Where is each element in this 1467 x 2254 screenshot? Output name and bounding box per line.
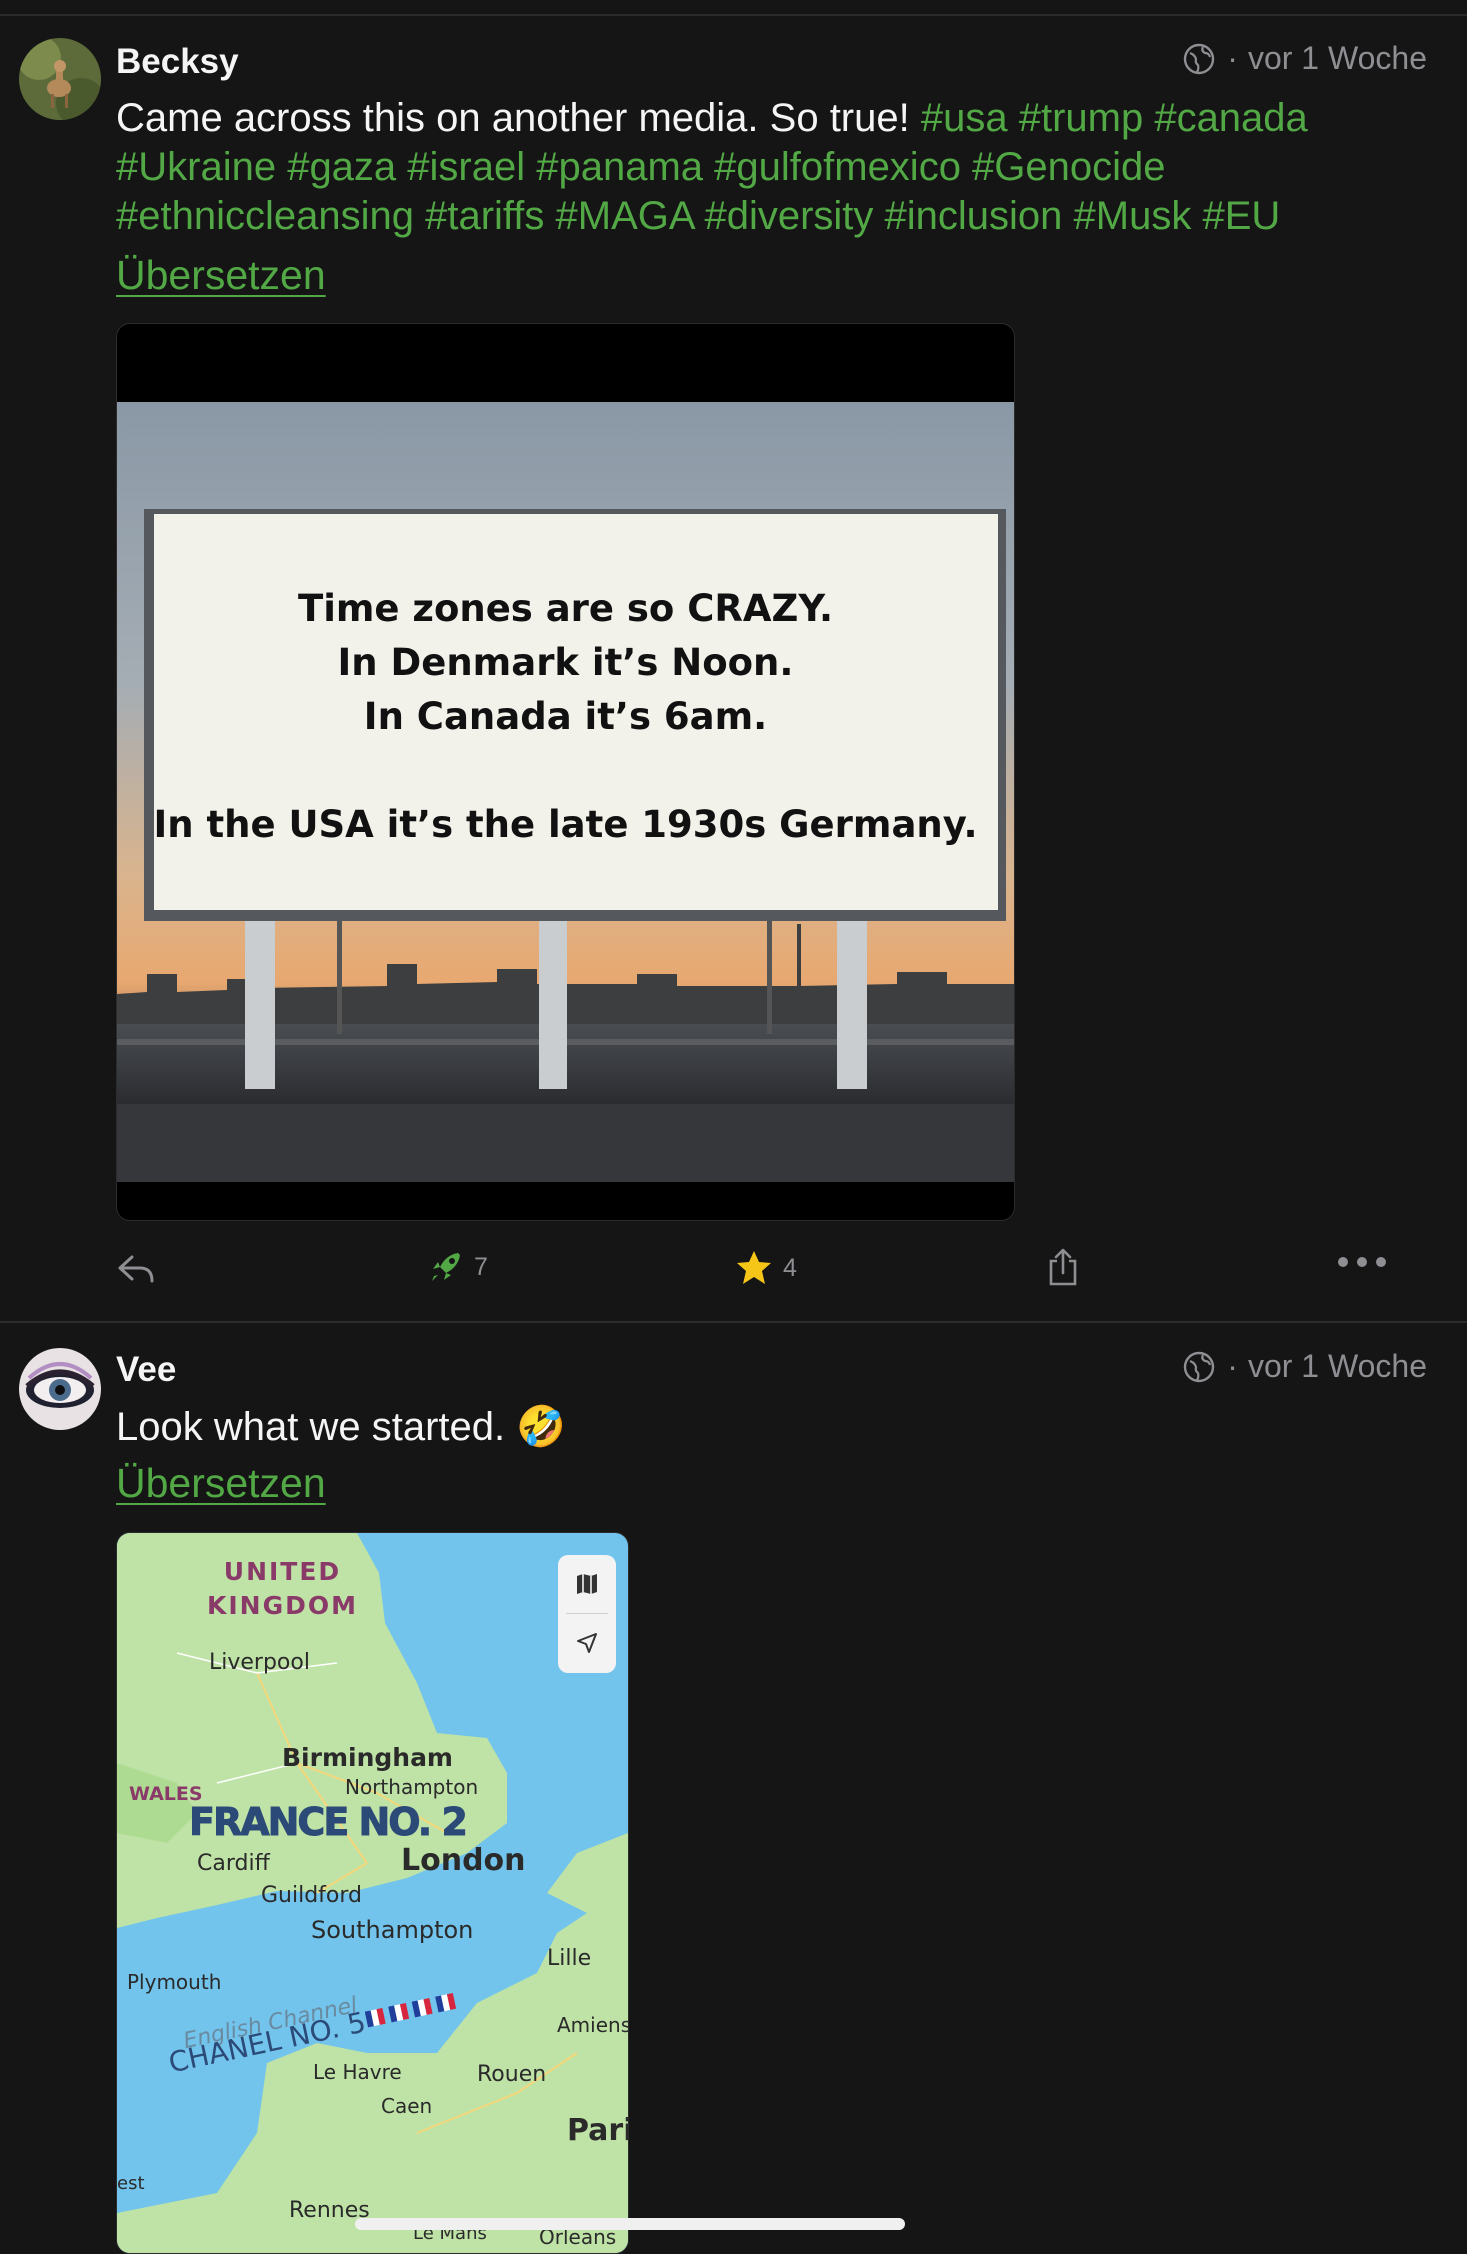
top-divider bbox=[0, 0, 1467, 16]
label-london: London bbox=[401, 1843, 526, 1878]
label-birmingham: Birmingham bbox=[282, 1743, 453, 1772]
label-united-kingdom: UNITED KINGDOM bbox=[207, 1557, 358, 1620]
dot-separator: · bbox=[1227, 40, 1238, 76]
home-indicator[interactable] bbox=[355, 2218, 905, 2230]
label-caen: Caen bbox=[381, 2094, 433, 2118]
post-image[interactable]: Time zones are so CRAZY. In Denmark it’s… bbox=[116, 323, 1015, 1221]
globe-icon bbox=[1184, 43, 1215, 74]
map-controls bbox=[558, 1555, 616, 1673]
label-brest: est bbox=[117, 2173, 145, 2194]
map-layers-button[interactable] bbox=[558, 1555, 616, 1613]
hashtags-line-2[interactable]: #Ukraine #gaza #israel #panama #gulfofme… bbox=[116, 145, 1166, 189]
author-name[interactable]: Vee bbox=[116, 1350, 176, 1390]
billboard-line-1: Time zones are so CRAZY. bbox=[297, 587, 834, 630]
post-text: Came across this on another media. So tr… bbox=[116, 94, 1366, 241]
ellipsis-icon bbox=[1338, 1257, 1386, 1267]
star-icon bbox=[737, 1251, 771, 1284]
label-france-no2: FRANCE NO. 2 bbox=[189, 1800, 469, 1845]
boost-count: 7 bbox=[474, 1252, 488, 1281]
post-time[interactable]: vor 1 Woche bbox=[1248, 40, 1427, 77]
billboard-line-3: In Canada it’s 6am. bbox=[363, 695, 768, 738]
label-plymouth: Plymouth bbox=[127, 1970, 222, 1994]
avatar[interactable] bbox=[19, 38, 101, 120]
post-becksy: Becksy · vor 1 Woche Came across this on… bbox=[0, 16, 1467, 1323]
favourite-button[interactable]: 4 bbox=[735, 1249, 797, 1287]
label-rouen: Rouen bbox=[477, 2062, 547, 2087]
label-lille: Lille bbox=[547, 1946, 592, 1971]
translate-link[interactable]: Übersetzen bbox=[116, 1460, 326, 1507]
label-le-havre: Le Havre bbox=[313, 2060, 402, 2084]
dot-separator: · bbox=[1227, 1348, 1238, 1384]
map-icon bbox=[577, 1574, 597, 1594]
share-icon bbox=[1049, 1248, 1077, 1286]
map-graphic bbox=[117, 1533, 628, 2253]
share-button[interactable] bbox=[1046, 1247, 1080, 1287]
billboard-line-4: In the USA it’s the late 1930s Germany. bbox=[153, 803, 978, 846]
translate-link[interactable]: Übersetzen bbox=[116, 252, 326, 299]
post-text: Look what we started. 🤣 bbox=[116, 1405, 567, 1449]
hashtags-line-1[interactable]: #usa #trump #canada bbox=[921, 96, 1308, 140]
label-liverpool: Liverpool bbox=[209, 1650, 310, 1675]
post-meta: · vor 1 Woche bbox=[1181, 1348, 1427, 1385]
label-cardiff: Cardiff bbox=[197, 1851, 270, 1876]
avatar[interactable] bbox=[19, 1348, 101, 1430]
post-actions: 7 4 bbox=[0, 1241, 1467, 1301]
favourite-count: 4 bbox=[783, 1253, 797, 1282]
billboard-line-2: In Denmark it’s Noon. bbox=[337, 641, 794, 684]
french-flags-graphic bbox=[365, 1992, 457, 2028]
reply-button[interactable] bbox=[116, 1251, 156, 1287]
label-amiens: Amiens bbox=[557, 2013, 629, 2037]
post-meta: · vor 1 Woche bbox=[1181, 40, 1427, 77]
label-northampton: Northampton bbox=[345, 1775, 479, 1799]
hashtags-line-3[interactable]: #ethniccleansing #tariffs #MAGA #diversi… bbox=[116, 194, 1280, 238]
map-image[interactable]: UNITED KINGDOM Liverpool Birmingham Nort… bbox=[116, 1532, 629, 2254]
author-name[interactable]: Becksy bbox=[116, 42, 239, 82]
globe-icon bbox=[1184, 1351, 1215, 1382]
post-vee: Vee · vor 1 Woche Look what we started. … bbox=[0, 1323, 1467, 2254]
post-text-plain: Came across this on another media. So tr… bbox=[116, 96, 910, 140]
label-paris: Pari bbox=[567, 2113, 629, 2148]
boost-button[interactable]: 7 bbox=[428, 1249, 488, 1285]
locate-button[interactable] bbox=[558, 1614, 616, 1672]
label-guildford: Guildford bbox=[261, 1883, 363, 1908]
rocket-icon bbox=[432, 1253, 460, 1281]
more-button[interactable] bbox=[1336, 1255, 1388, 1269]
post-time[interactable]: vor 1 Woche bbox=[1248, 1348, 1427, 1385]
reply-icon bbox=[118, 1255, 154, 1283]
label-southampton: Southampton bbox=[311, 1916, 474, 1944]
location-arrow-icon bbox=[577, 1633, 597, 1653]
